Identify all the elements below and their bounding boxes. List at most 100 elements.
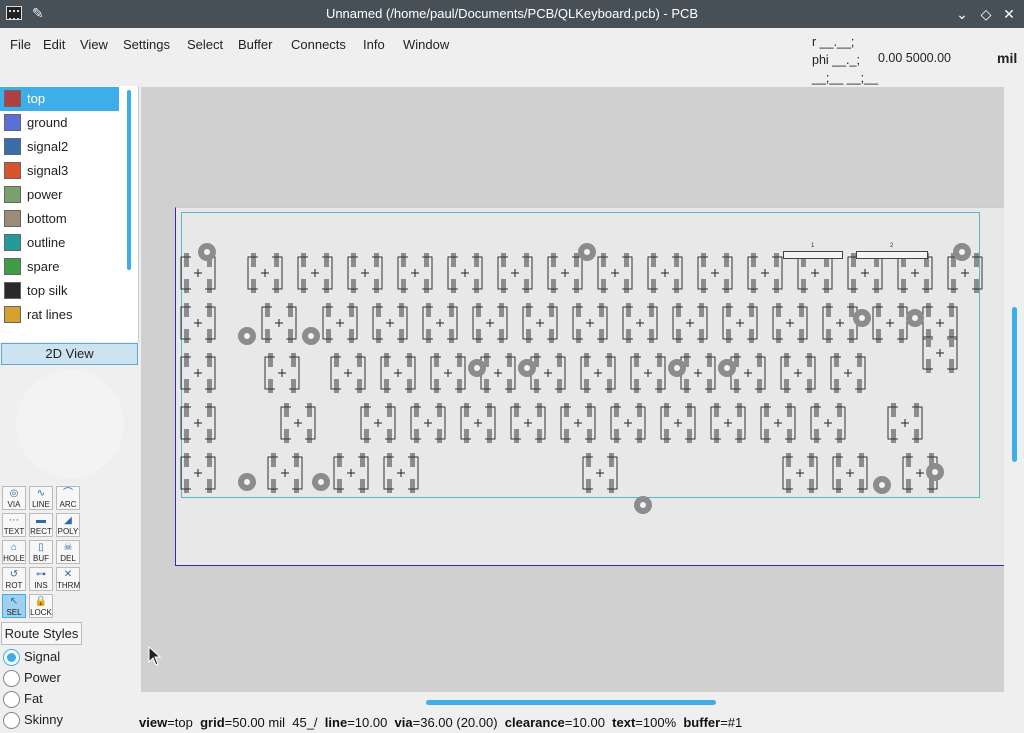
route-style-power[interactable]: Power: [3, 669, 133, 689]
radio-button[interactable]: [3, 691, 20, 708]
switch-footprint[interactable]: [382, 451, 420, 495]
switch-footprint[interactable]: [821, 301, 859, 345]
switch-footprint[interactable]: [759, 401, 797, 445]
tool-via-button[interactable]: ◎ VIA: [2, 486, 26, 510]
switch-footprint[interactable]: [332, 451, 370, 495]
horizontal-scrollbar[interactable]: [141, 692, 1004, 712]
2d-view-button[interactable]: 2D View: [1, 343, 138, 365]
mounting-hole-via[interactable]: [302, 327, 320, 345]
layer-item-signal2[interactable]: signal2: [0, 135, 119, 159]
layer-item-outline[interactable]: outline: [0, 231, 119, 255]
layer-color-swatch[interactable]: [4, 114, 21, 131]
switch-footprint[interactable]: [729, 351, 767, 395]
switch-footprint[interactable]: [496, 251, 534, 295]
pcb-canvas[interactable]: 12: [141, 87, 1004, 692]
switch-footprint[interactable]: [781, 451, 819, 495]
tool-line-button[interactable]: ∿ LINE: [29, 486, 53, 510]
horizontal-scroll-thumb[interactable]: [426, 700, 716, 705]
layer-color-swatch[interactable]: [4, 258, 21, 275]
radio-button[interactable]: [3, 670, 20, 687]
switch-footprint[interactable]: [921, 331, 959, 375]
tool-buf-button[interactable]: ▯ BUF: [29, 540, 53, 564]
layer-color-swatch[interactable]: [4, 210, 21, 227]
vertical-scroll-thumb[interactable]: [1012, 307, 1017, 462]
switch-footprint[interactable]: [179, 301, 217, 345]
layer-item-power[interactable]: power: [0, 183, 119, 207]
tool-ins-button[interactable]: ⊶ INS: [29, 567, 53, 591]
tool-thrm-button[interactable]: ✕ THRM: [56, 567, 80, 591]
switch-footprint[interactable]: [409, 401, 447, 445]
switch-footprint[interactable]: [396, 251, 434, 295]
close-button[interactable]: ✕: [999, 4, 1019, 24]
switch-footprint[interactable]: [263, 351, 301, 395]
switch-footprint[interactable]: [629, 351, 667, 395]
switch-footprint[interactable]: [596, 251, 634, 295]
mounting-hole-via[interactable]: [906, 309, 924, 327]
switch-footprint[interactable]: [471, 301, 509, 345]
mounting-hole-via[interactable]: [853, 309, 871, 327]
mounting-hole-via[interactable]: [953, 243, 971, 261]
tool-rect-button[interactable]: ▬ RECT: [29, 513, 53, 537]
switch-footprint[interactable]: [509, 401, 547, 445]
tool-arc-button[interactable]: ⌒ ARC: [56, 486, 80, 510]
menu-connects[interactable]: Connects: [291, 37, 346, 52]
layer-item-bottom[interactable]: bottom: [0, 207, 119, 231]
switch-footprint[interactable]: [521, 301, 559, 345]
minimize-button[interactable]: ⌄: [952, 4, 972, 24]
switch-footprint[interactable]: [371, 301, 409, 345]
switch-footprint[interactable]: [709, 401, 747, 445]
switch-footprint[interactable]: [359, 401, 397, 445]
switch-footprint[interactable]: [179, 401, 217, 445]
switch-footprint[interactable]: [246, 251, 284, 295]
layer-item-top[interactable]: top: [0, 87, 119, 111]
route-styles-button[interactable]: Route Styles: [1, 622, 82, 645]
switch-footprint[interactable]: [886, 401, 924, 445]
layer-color-swatch[interactable]: [4, 234, 21, 251]
mounting-hole-via[interactable]: [578, 243, 596, 261]
layer-color-swatch[interactable]: [4, 162, 21, 179]
route-style-skinny[interactable]: Skinny: [3, 711, 133, 731]
menu-view[interactable]: View: [80, 37, 108, 52]
switch-footprint[interactable]: [379, 351, 417, 395]
layer-color-swatch[interactable]: [4, 138, 21, 155]
switch-footprint[interactable]: [179, 351, 217, 395]
mounting-hole-via[interactable]: [238, 327, 256, 345]
mounting-hole-via[interactable]: [238, 473, 256, 491]
layer-item-ground[interactable]: ground: [0, 111, 119, 135]
tool-rot-button[interactable]: ↺ ROT: [2, 567, 26, 591]
switch-footprint[interactable]: [559, 401, 597, 445]
switch-footprint[interactable]: [746, 251, 784, 295]
switch-footprint[interactable]: [621, 301, 659, 345]
layer-item-signal3[interactable]: signal3: [0, 159, 119, 183]
layer-color-swatch[interactable]: [4, 282, 21, 299]
menu-select[interactable]: Select: [187, 37, 223, 52]
vertical-scrollbar[interactable]: [1004, 87, 1024, 692]
layer-item-rat-lines[interactable]: rat lines: [0, 303, 119, 327]
tool-lock-button[interactable]: 🔒 LOCK: [29, 594, 53, 618]
layer-item-spare[interactable]: spare: [0, 255, 119, 279]
menu-settings[interactable]: Settings: [123, 37, 170, 52]
tool-hole-button[interactable]: ⌂ HOLE: [2, 540, 26, 564]
switch-footprint[interactable]: [446, 251, 484, 295]
switch-footprint[interactable]: [831, 451, 869, 495]
menu-file[interactable]: File: [10, 37, 31, 52]
mounting-hole-via[interactable]: [926, 463, 944, 481]
switch-footprint[interactable]: [329, 351, 367, 395]
switch-footprint[interactable]: [659, 401, 697, 445]
switch-footprint[interactable]: [579, 351, 617, 395]
switch-footprint[interactable]: [296, 251, 334, 295]
switch-footprint[interactable]: [571, 301, 609, 345]
menu-buffer[interactable]: Buffer: [238, 37, 272, 52]
menu-info[interactable]: Info: [363, 37, 385, 52]
switch-footprint[interactable]: [779, 351, 817, 395]
switch-footprint[interactable]: [179, 451, 217, 495]
switch-footprint[interactable]: [771, 301, 809, 345]
switch-footprint[interactable]: [696, 251, 734, 295]
switch-footprint[interactable]: [459, 401, 497, 445]
mounting-hole-via[interactable]: [198, 243, 216, 261]
radio-button[interactable]: [3, 649, 20, 666]
switch-footprint[interactable]: [581, 451, 619, 495]
switch-footprint[interactable]: [646, 251, 684, 295]
switch-footprint[interactable]: [346, 251, 384, 295]
pin-header-connector[interactable]: [783, 251, 843, 259]
